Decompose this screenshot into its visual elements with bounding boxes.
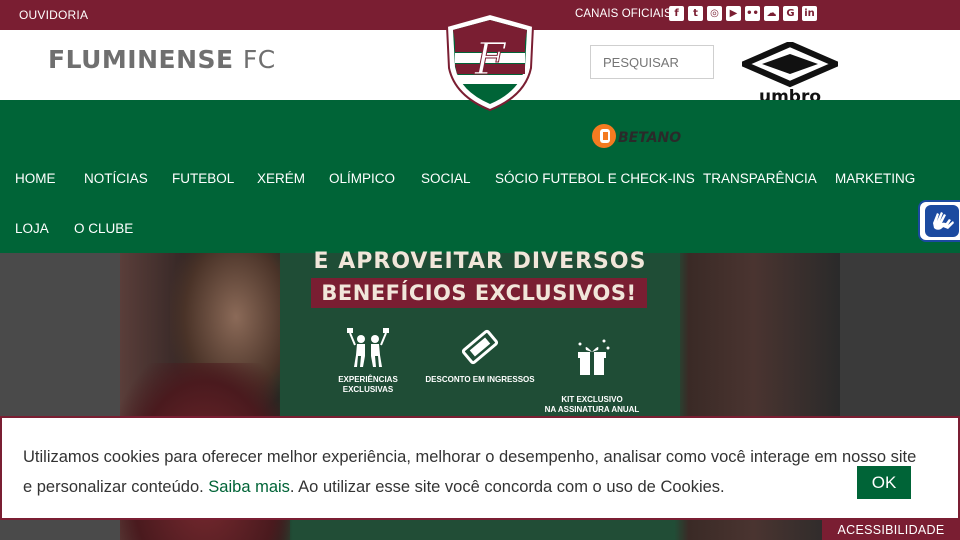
twitter-icon[interactable]: t xyxy=(688,6,703,21)
cookie-consent-bar: Utilizamos cookies para oferecer melhor … xyxy=(0,416,960,520)
saiba-mais-link[interactable]: Saiba mais xyxy=(208,478,290,496)
svg-text:F: F xyxy=(474,34,507,85)
sign-language-button[interactable] xyxy=(918,200,960,242)
nav-item-marketing[interactable]: MARKETING xyxy=(835,171,915,186)
soundcloud-icon[interactable]: ☁ xyxy=(764,6,779,21)
nav-item-transpar-ncia[interactable]: TRANSPARÊNCIA xyxy=(703,171,817,186)
benefit-label: DESCONTO EM INGRESSOS xyxy=(425,375,535,384)
canais-oficiais-label: CANAIS OFICIAIS xyxy=(575,8,672,20)
cookie-text-after: . Ao utilizar esse site você concorda co… xyxy=(289,478,725,496)
benefit-kit: KIT EXCLUSIVO NA ASSINATURA ANUAL xyxy=(537,325,647,415)
linkedin-icon[interactable]: in xyxy=(802,6,817,21)
instagram-icon[interactable]: ◎ xyxy=(707,6,722,21)
ouvidoria-link[interactable]: OUVIDORIA xyxy=(19,8,88,22)
nav-item-not-cias[interactable]: NOTÍCIAS xyxy=(84,171,148,186)
nav-item-ol-mpico[interactable]: OLÍMPICO xyxy=(329,171,395,186)
umbro-logo[interactable]: umbro xyxy=(742,42,838,106)
nav-item-s-cio-futebol-e-check-ins[interactable]: SÓCIO FUTEBOL E CHECK-INS xyxy=(495,171,695,186)
nav-item-loja[interactable]: LOJA xyxy=(15,221,49,236)
promo-line-2: BENEFÍCIOS EXCLUSIVOS! xyxy=(311,278,647,308)
nav-item-home[interactable]: HOME xyxy=(15,171,56,186)
nav-item-social[interactable]: SOCIAL xyxy=(421,171,471,186)
search-input[interactable] xyxy=(590,45,714,79)
cookie-text: Utilizamos cookies para oferecer melhor … xyxy=(23,442,923,502)
benefit-experiencias: EXPERIÊNCIAS EXCLUSIVAS xyxy=(313,325,423,395)
nav-item-futebol[interactable]: FUTEBOL xyxy=(172,171,234,186)
brand-fc: FC xyxy=(242,45,276,74)
ticket-icon xyxy=(461,329,499,365)
brand-name: FLUMINENSE xyxy=(48,45,234,74)
youtube-icon[interactable]: ▶ xyxy=(726,6,741,21)
google-plus-icon[interactable]: G xyxy=(783,6,798,21)
brand-logo-text[interactable]: FLUMINENSE FC xyxy=(48,45,276,74)
betano-logo[interactable]: BETANO xyxy=(590,120,686,152)
facebook-icon[interactable]: f xyxy=(669,6,684,21)
benefit-label: EXPERIÊNCIAS EXCLUSIVAS xyxy=(338,375,398,394)
nav-item-o-clube[interactable]: O CLUBE xyxy=(74,221,133,236)
flickr-icon[interactable]: •• xyxy=(745,6,760,21)
benefit-desconto: DESCONTO EM INGRESSOS xyxy=(425,325,535,385)
nav-item-xer-m[interactable]: XERÉM xyxy=(257,171,305,186)
cookie-ok-button[interactable]: OK xyxy=(857,466,911,499)
promo-panel: E APROVEITAR DIVERSOS BENEFÍCIOS EXCLUSI… xyxy=(280,249,680,443)
betano-wordmark: BETANO xyxy=(618,130,681,146)
sign-language-icon xyxy=(925,205,959,237)
club-crest[interactable]: F xyxy=(445,12,535,112)
fans-icon xyxy=(347,328,389,367)
benefit-label: KIT EXCLUSIVO NA ASSINATURA ANUAL xyxy=(544,395,640,414)
gift-icon xyxy=(578,339,610,375)
accessibility-button[interactable]: ACESSIBILIDADE xyxy=(822,520,960,540)
promo-line-1: E APROVEITAR DIVERSOS xyxy=(313,249,647,274)
social-icons: f t ◎ ▶ •• ☁ Gin xyxy=(669,6,817,21)
